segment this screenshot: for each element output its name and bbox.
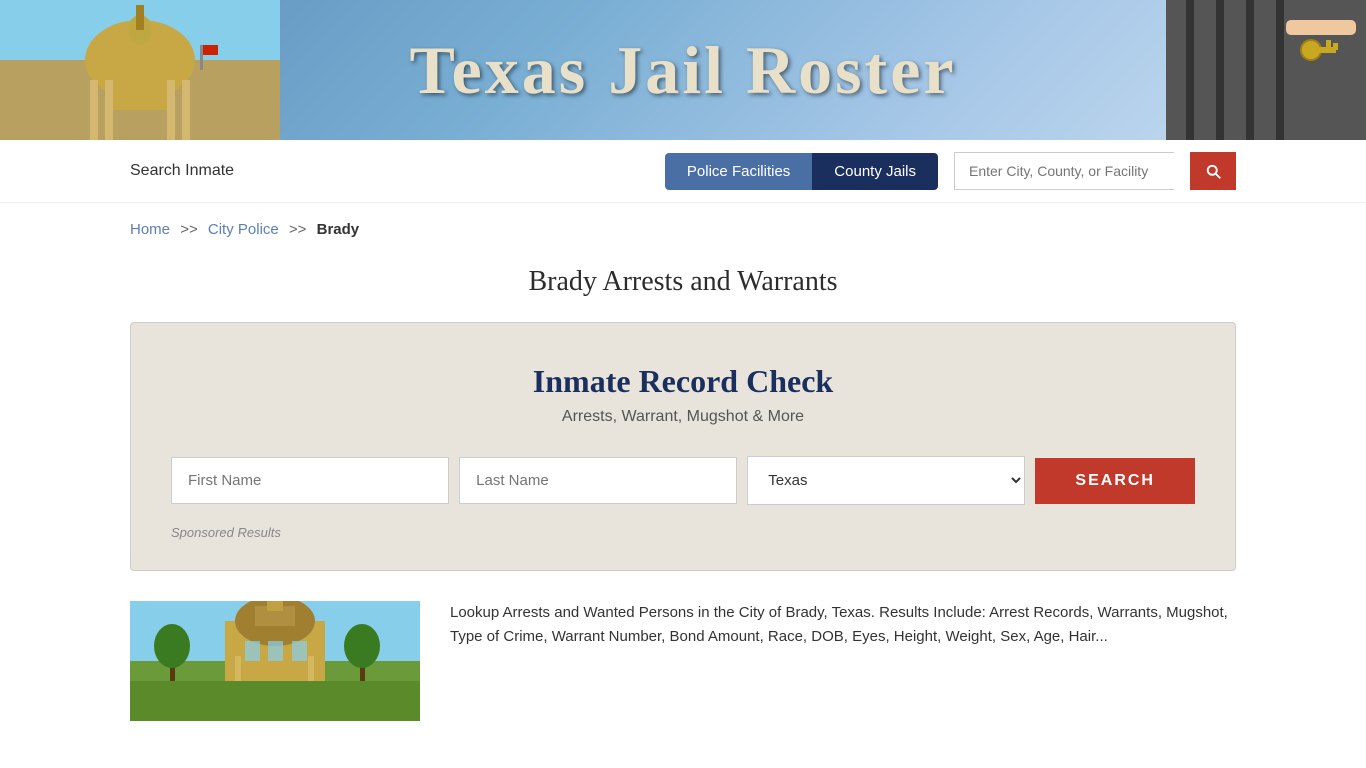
breadcrumb-home[interactable]: Home: [130, 221, 170, 238]
nav-buttons: Police Facilities County Jails: [665, 153, 938, 190]
city-building-svg: [130, 601, 420, 721]
nav-bar: Search Inmate Police Facilities County J…: [0, 140, 1366, 203]
city-image: [130, 601, 420, 721]
state-select[interactable]: AlabamaAlaskaArizonaArkansasCaliforniaCo…: [747, 456, 1025, 505]
police-facilities-button[interactable]: Police Facilities: [665, 153, 812, 190]
header-banner: Texas Jail Roster: [0, 0, 1366, 140]
page-title: Brady Arrests and Warrants: [0, 266, 1366, 298]
sponsored-label: Sponsored Results: [171, 525, 1195, 540]
bottom-section: Lookup Arrests and Wanted Persons in the…: [0, 601, 1366, 721]
banner-right-image: [1166, 0, 1366, 140]
county-jails-button[interactable]: County Jails: [812, 153, 938, 190]
search-fields: AlabamaAlaskaArizonaArkansasCaliforniaCo…: [171, 456, 1195, 505]
banner-left-image: [0, 0, 280, 140]
inmate-search-subtitle: Arrests, Warrant, Mugshot & More: [171, 408, 1195, 426]
facility-search-input[interactable]: [954, 152, 1174, 190]
jail-keys-svg: [1166, 0, 1366, 140]
last-name-input[interactable]: [459, 457, 737, 504]
breadcrumb-current: Brady: [317, 221, 360, 238]
inmate-search-title: Inmate Record Check: [171, 363, 1195, 400]
facility-search-button[interactable]: [1190, 152, 1236, 190]
site-title: Texas Jail Roster: [409, 31, 956, 110]
breadcrumb-sep1: >>: [180, 221, 198, 238]
search-icon: [1204, 162, 1222, 180]
breadcrumb-city-police[interactable]: City Police: [208, 221, 279, 238]
inmate-search-section: Inmate Record Check Arrests, Warrant, Mu…: [130, 322, 1236, 571]
search-inmate-label: Search Inmate: [130, 162, 234, 180]
capitol-svg: [0, 0, 280, 140]
breadcrumb-sep2: >>: [289, 221, 307, 238]
city-description: Lookup Arrests and Wanted Persons in the…: [450, 601, 1236, 649]
search-submit-button[interactable]: SEARCH: [1035, 458, 1195, 504]
first-name-input[interactable]: [171, 457, 449, 504]
breadcrumb: Home >> City Police >> Brady: [0, 203, 1366, 256]
